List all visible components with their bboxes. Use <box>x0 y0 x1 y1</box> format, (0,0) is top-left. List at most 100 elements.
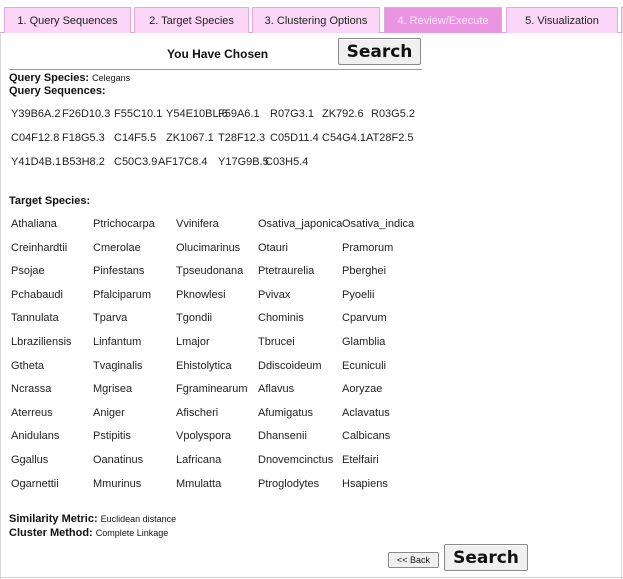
target-species-item: Ggallus <box>11 454 49 466</box>
cluster-method-row: Cluster Method: Complete Linkage <box>9 527 168 539</box>
target-species-item: Osativa_japonica <box>258 218 343 230</box>
target-species-item: Olucimarinus <box>176 242 241 254</box>
target-species-item: Aclavatus <box>342 407 390 419</box>
target-species-item: Tgondii <box>176 312 213 324</box>
similarity-metric-row: Similarity Metric: Euclidean distance <box>9 513 176 525</box>
query-sequence: ZK792.6 <box>322 108 364 120</box>
target-species-item: Afumigatus <box>258 407 314 419</box>
target-species-item: Aniger <box>93 407 125 419</box>
target-species-item: Pramorum <box>342 242 394 254</box>
target-species-item: Tparva <box>93 312 128 324</box>
frame-left-border <box>0 33 1 579</box>
target-species-item: Linfantum <box>93 336 142 348</box>
target-species-item: Tvaginalis <box>93 360 143 372</box>
page-title: You Have Chosen <box>167 47 269 61</box>
query-sequence: Y39B6A.2 <box>11 108 61 120</box>
query-sequence: C04F12.8 <box>11 132 60 144</box>
tab-visualization[interactable]: 5. Visualization <box>506 7 618 33</box>
query-sequence: B53H8.2 <box>62 156 105 168</box>
target-species-item: Afischeri <box>176 407 219 419</box>
query-sequence: AT28F2.5 <box>366 132 414 144</box>
target-species-item: Lbraziliensis <box>11 336 72 348</box>
target-species-item: Fgraminearum <box>176 383 248 395</box>
target-species-item: Dnovemcinctus <box>258 454 334 466</box>
query-species-row: Query Species: Celegans <box>9 72 130 84</box>
target-species-item: Ptrichocarpa <box>93 218 155 230</box>
target-species-item: Cparvum <box>342 312 387 324</box>
query-species-value: Celegans <box>92 73 131 83</box>
query-sequence: Y41D4B.1 <box>11 156 62 168</box>
target-species-item: Ogarnettii <box>11 478 59 490</box>
target-species-item: Osativa_indica <box>342 218 415 230</box>
target-species-item: Pknowlesi <box>176 289 226 301</box>
target-species-item: Lafricana <box>176 454 222 466</box>
wizard-tab-bar: 1. Query Sequences 2. Target Species 3. … <box>0 0 623 33</box>
target-species-item: Psojae <box>11 265 45 277</box>
query-species-label: Query Species: <box>9 72 90 84</box>
target-species-item: Oanatinus <box>93 454 144 466</box>
target-species-item: Pfalciparum <box>93 289 152 301</box>
target-species-item: Cmerolae <box>93 242 141 254</box>
target-species-item: Tannulata <box>11 312 59 324</box>
query-sequence: ZK1067.1 <box>166 132 214 144</box>
target-species-item: Pyoelii <box>342 289 375 301</box>
query-sequence: F59A6.1 <box>218 108 260 120</box>
target-species-item: Calbicans <box>342 430 391 442</box>
target-species-item: Anidulans <box>11 430 60 442</box>
target-species-item: Pchabaudi <box>11 289 63 301</box>
query-sequence: C14F5.5 <box>114 132 157 144</box>
target-species-item: Aterreus <box>11 407 53 419</box>
similarity-metric-value: Euclidean distance <box>100 514 177 524</box>
target-species-item: Dhansenii <box>258 430 307 442</box>
target-species-item: Pinfestans <box>93 265 145 277</box>
query-sequence: Y17G9B.5 <box>218 156 269 168</box>
target-species-item: Chominis <box>258 312 304 324</box>
target-species-item: Pberghei <box>342 265 387 277</box>
query-sequence: T28F12.3 <box>218 132 266 144</box>
query-sequence: R07G3.1 <box>270 108 315 120</box>
target-species-item: Etelfairi <box>342 454 379 466</box>
target-species-item: Aoryzae <box>342 383 383 395</box>
query-sequence: F26D10.3 <box>62 108 111 120</box>
target-species-item: Pvivax <box>258 289 291 301</box>
target-species-item: Gtheta <box>11 360 45 372</box>
query-sequence: F55C10.1 <box>114 108 163 120</box>
cluster-method-value: Complete Linkage <box>95 528 169 538</box>
target-species-item: Mmurinus <box>93 478 142 490</box>
query-sequence: C50C3.9 <box>114 156 158 168</box>
cluster-method-label: Cluster Method: <box>9 527 93 539</box>
query-sequences-label: Query Sequences: <box>9 85 106 97</box>
similarity-metric-label: Similarity Metric: <box>9 513 98 525</box>
tab-query-sequences[interactable]: 1. Query Sequences <box>4 7 131 33</box>
target-species-item: Tbrucei <box>258 336 295 348</box>
back-button[interactable]: << Back <box>388 552 439 568</box>
target-species-item: Aflavus <box>258 383 295 395</box>
target-species-item: Lmajor <box>176 336 210 348</box>
frame-bottom-border <box>0 577 623 578</box>
query-sequence: F18G5.3 <box>62 132 105 144</box>
target-species-item: Vpolyspora <box>176 430 232 442</box>
tab-target-species[interactable]: 2. Target Species <box>134 7 249 33</box>
query-sequence: AF17C8.4 <box>158 156 208 168</box>
target-species-item: Ptroglodytes <box>258 478 320 490</box>
target-species-item: Mmulatta <box>176 478 222 490</box>
query-sequence: C54G4.1 <box>322 132 367 144</box>
target-species-item: Ecuniculi <box>342 360 387 372</box>
tab-clustering-options[interactable]: 3. Clustering Options <box>252 7 380 33</box>
query-sequence: C03H5.4 <box>265 156 309 168</box>
target-species-item: Ncrassa <box>11 383 52 395</box>
search-button-top[interactable]: Search <box>338 38 421 65</box>
target-species-item: Glamblia <box>342 336 386 348</box>
query-sequence: C05D11.4 <box>270 132 319 144</box>
frame-right-border <box>621 33 622 579</box>
target-species-item: Ddiscoideum <box>258 360 322 372</box>
target-species-item: Otauri <box>258 242 288 254</box>
target-species-item: Creinhardtii <box>11 242 68 254</box>
target-species-item: Ptetraurelia <box>258 265 315 277</box>
search-button-bottom[interactable]: Search <box>444 544 528 571</box>
target-species-item: Mgrisea <box>93 383 133 395</box>
target-species-item: Athaliana <box>11 218 57 230</box>
divider <box>9 69 422 70</box>
tab-review-execute[interactable]: 4. Review/Execute <box>384 7 502 33</box>
target-species-item: Tpseudonana <box>176 265 244 277</box>
